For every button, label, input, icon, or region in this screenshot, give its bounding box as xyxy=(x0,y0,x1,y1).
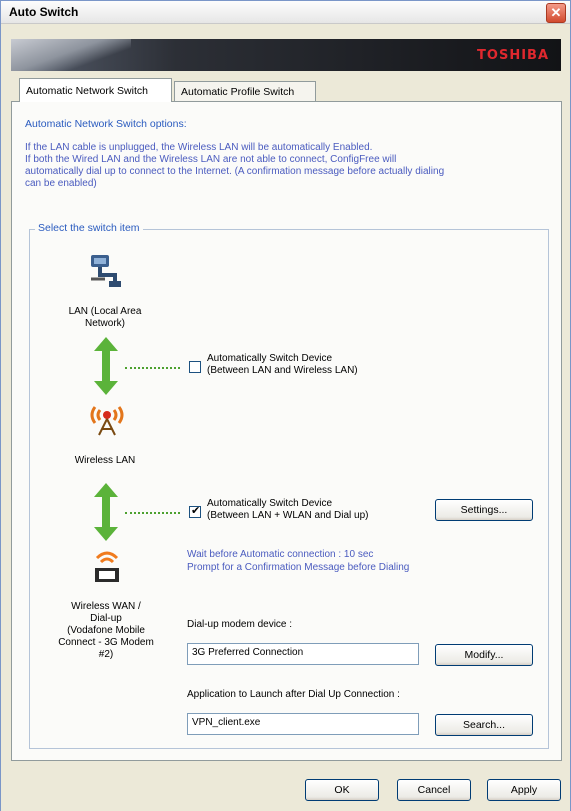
checkbox-line: Automatically Switch Device xyxy=(207,498,333,509)
connector-dots xyxy=(125,512,180,514)
wwan-label-line: #2) xyxy=(98,649,114,660)
switch-dialup-checkbox[interactable]: ✔ xyxy=(189,505,201,518)
close-button[interactable]: ✕ xyxy=(546,3,566,23)
lan-label: LAN (Local Area Network) xyxy=(51,306,159,330)
double-arrow-icon xyxy=(94,483,118,541)
checkbox-line: (Between LAN + WLAN and Dial up) xyxy=(207,510,369,521)
brand-logo: TOSHIBA xyxy=(477,48,549,63)
title-bar[interactable]: Auto Switch ✕ xyxy=(1,1,570,24)
wireless-wan-icon xyxy=(95,551,119,582)
prompt-info: Prompt for a Confirmation Message before… xyxy=(187,562,410,573)
tab-label: Automatic Network Switch xyxy=(26,85,148,97)
window-title: Auto Switch xyxy=(9,5,79,19)
dialup-device-field[interactable]: 3G Preferred Connection xyxy=(187,643,419,665)
wwan-label: Wireless WAN / Dial-up (Vodafone Mobile … xyxy=(51,601,161,661)
wwan-label-line: Connect - 3G Modem xyxy=(58,637,154,648)
lan-label-line: Network) xyxy=(84,318,125,329)
modify-button[interactable]: Modify... xyxy=(435,644,533,666)
options-description: If the LAN cable is unplugged, the Wirel… xyxy=(25,142,545,190)
tab-automatic-profile-switch[interactable]: Automatic Profile Switch xyxy=(174,81,316,101)
tab-label: Automatic Profile Switch xyxy=(181,86,295,98)
tab-automatic-network-switch[interactable]: Automatic Network Switch xyxy=(19,78,172,102)
dialup-device-label: Dial-up modem device : xyxy=(187,619,293,630)
apply-button[interactable]: Apply xyxy=(487,779,561,801)
cancel-button[interactable]: Cancel xyxy=(397,779,471,801)
search-button[interactable]: Search... xyxy=(435,714,533,736)
app-launch-label: Application to Launch after Dial Up Conn… xyxy=(187,689,400,700)
close-icon: ✕ xyxy=(550,5,562,20)
description-line: If the LAN cable is unplugged, the Wirel… xyxy=(25,142,373,153)
toshiba-banner: TOSHIBA xyxy=(11,39,561,71)
wwan-label-line: Dial-up xyxy=(90,613,122,624)
wait-info: Wait before Automatic connection : 10 se… xyxy=(187,549,374,560)
connector-dots xyxy=(125,367,180,369)
lan-icon xyxy=(91,255,121,287)
options-title: Automatic Network Switch options: xyxy=(25,118,187,130)
description-line: If both the Wired LAN and the Wireless L… xyxy=(25,154,397,165)
settings-button[interactable]: Settings... xyxy=(435,499,533,521)
app-launch-field[interactable]: VPN_client.exe xyxy=(187,713,419,735)
wireless-lan-icon xyxy=(90,406,124,436)
description-line: can be enabled) xyxy=(25,178,97,189)
auto-switch-window: Auto Switch ✕ TOSHIBA Automatic Network … xyxy=(0,0,571,811)
group-legend: Select the switch item xyxy=(35,222,143,234)
double-arrow-icon xyxy=(94,337,118,395)
wwan-label-line: Wireless WAN / xyxy=(71,601,141,612)
switch-dialup-label: Automatically Switch Device (Between LAN… xyxy=(207,498,368,522)
wwan-label-line: (Vodafone Mobile xyxy=(67,625,145,636)
switch-lan-wlan-checkbox[interactable] xyxy=(189,361,201,373)
checkmark-icon: ✔ xyxy=(191,505,201,517)
checkbox-line: (Between LAN and Wireless LAN) xyxy=(207,365,358,376)
switch-lan-wlan-label: Automatically Switch Device (Between LAN… xyxy=(207,353,358,377)
banner-swoosh xyxy=(11,39,131,71)
dialog-button-bar: OK Cancel Apply xyxy=(1,767,570,811)
checkbox-line: Automatically Switch Device xyxy=(207,353,333,364)
ok-button[interactable]: OK xyxy=(305,779,379,801)
lan-label-line: LAN (Local Area xyxy=(68,306,142,317)
wireless-lan-label: Wireless LAN xyxy=(74,455,136,466)
description-line: automatically dial up to connect to the … xyxy=(25,166,445,177)
